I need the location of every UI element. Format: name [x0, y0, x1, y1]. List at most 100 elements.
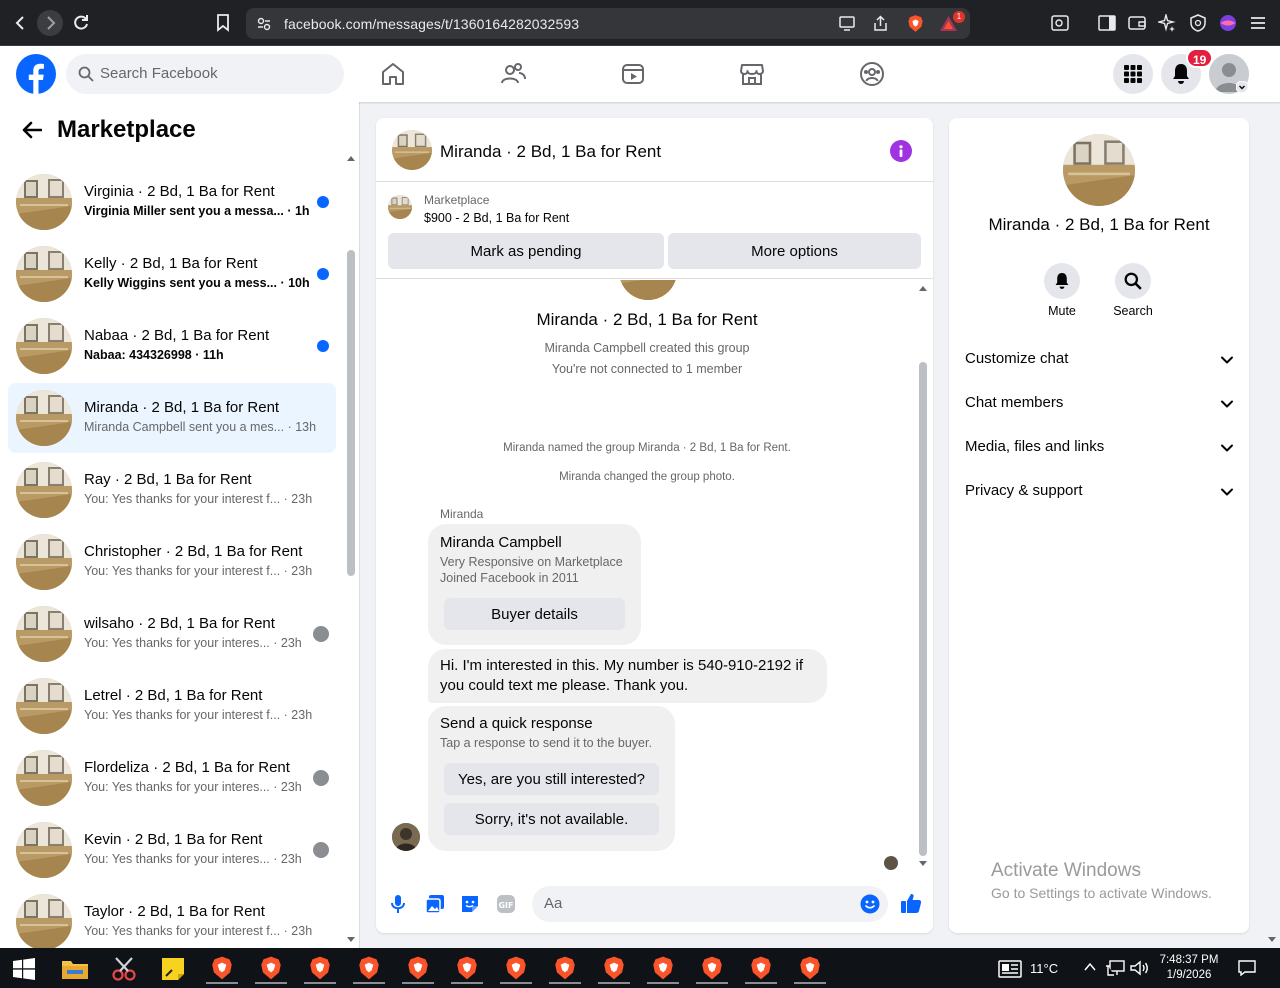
conversation-item[interactable]: Ray · 2 Bd, 1 Ba for Rent You: Yes thanks… [8, 455, 336, 525]
wallet-button[interactable] [1124, 10, 1150, 36]
browser-menu-button[interactable] [1245, 10, 1271, 36]
chat-members-row[interactable]: Chat members [965, 386, 1235, 422]
nav-groups[interactable] [852, 56, 892, 92]
conversation-item[interactable]: Kevin · 2 Bd, 1 Ba for Rent You: Yes than… [8, 815, 336, 885]
taskbar-brave-window[interactable] [255, 954, 287, 984]
menu-button[interactable] [1113, 54, 1153, 94]
buyer-message-bubble[interactable]: Hi. I'm interested in this. My number is… [428, 649, 827, 703]
page-scroll-down-icon[interactable] [1267, 936, 1277, 944]
chat-scrollbar[interactable] [919, 362, 927, 856]
microphone-icon[interactable] [390, 894, 406, 914]
taskbar-brave-window[interactable] [304, 954, 336, 984]
sender-avatar[interactable] [392, 823, 420, 851]
network-icon[interactable] [1105, 960, 1125, 976]
leo-ai-button[interactable] [1154, 10, 1180, 36]
listing-thumbnail[interactable] [388, 195, 412, 219]
thumbs-up-icon[interactable] [900, 892, 922, 914]
conversation-item[interactable]: Flordeliza · 2 Bd, 1 Ba for Rent You: Yes… [8, 743, 336, 813]
conversation-item[interactable]: Nabaa · 2 Bd, 1 Ba for Rent Nabaa: 434326… [8, 311, 336, 381]
listing-title[interactable]: $900 - 2 Bd, 1 Ba for Rent [424, 211, 569, 225]
system-tray-chevron-up-icon[interactable] [1084, 962, 1096, 972]
mute-button[interactable]: Mute [1032, 263, 1092, 318]
taskbar-snipping-tool[interactable] [108, 954, 140, 984]
brave-browser-icon [601, 955, 627, 981]
conversation-preview: You: Yes thanks for your interest f... ·… [84, 492, 313, 506]
facebook-search-input[interactable]: Search Facebook [66, 54, 344, 94]
nav-friends[interactable] [493, 56, 533, 92]
chat-scroll-down-icon[interactable] [918, 860, 928, 868]
profile-button[interactable] [1215, 10, 1241, 36]
reload-button[interactable] [68, 10, 94, 36]
more-options-button[interactable]: More options [668, 233, 921, 269]
conversation-item[interactable]: Virginia · 2 Bd, 1 Ba for Rent Virginia M… [8, 167, 336, 237]
message-input[interactable]: Aa [532, 886, 888, 922]
quick-response-not-available[interactable]: Sorry, it's not available. [444, 803, 659, 835]
cast-icon[interactable] [838, 16, 856, 31]
quick-response-still-interested[interactable]: Yes, are you still interested? [444, 763, 659, 795]
share-icon[interactable] [872, 15, 889, 32]
mark-as-pending-button[interactable]: Mark as pending [388, 233, 664, 269]
taskbar-file-explorer[interactable] [59, 954, 91, 984]
taskbar-brave-window[interactable] [500, 954, 532, 984]
taskbar-brave-window[interactable] [598, 954, 630, 984]
gif-icon[interactable]: GIF [496, 894, 516, 914]
sidebar-toggle-button[interactable] [1094, 10, 1120, 36]
seen-receipt-avatar [313, 770, 329, 786]
conversation-item[interactable]: Christopher · 2 Bd, 1 Ba for Rent You: Ye… [8, 527, 336, 597]
scroll-down-icon[interactable] [346, 936, 356, 944]
nav-marketplace[interactable] [732, 56, 772, 92]
chat-avatar[interactable] [392, 130, 432, 170]
search-in-conversation-button[interactable]: Search [1103, 263, 1163, 318]
conversation-item[interactable]: Taylor · 2 Bd, 1 Ba for Rent You: Yes tha… [8, 887, 336, 948]
taskbar-brave-window[interactable] [794, 954, 826, 984]
back-arrow-icon[interactable] [22, 121, 42, 139]
brave-shields-icon[interactable] [906, 14, 925, 33]
taskbar-brave-window[interactable] [745, 954, 777, 984]
address-bar[interactable]: facebook.com/messages/t/1360164282032593… [246, 8, 970, 39]
media-files-links-row[interactable]: Media, files and links [965, 430, 1235, 466]
start-button[interactable] [8, 954, 40, 984]
facebook-logo-icon[interactable] [16, 54, 56, 94]
taskbar-brave-window[interactable] [451, 954, 483, 984]
conversation-item[interactable]: Letrel · 2 Bd, 1 Ba for Rent You: Yes tha… [8, 671, 336, 741]
forward-button[interactable] [37, 10, 63, 36]
taskbar-brave-window[interactable] [696, 954, 728, 984]
taskbar-brave-window[interactable] [402, 954, 434, 984]
volume-icon[interactable] [1129, 960, 1149, 976]
vpn-button[interactable] [1185, 10, 1211, 36]
groups-icon [860, 62, 884, 86]
weather-temperature[interactable]: 11°C [1030, 961, 1058, 976]
sticker-icon[interactable] [460, 894, 480, 914]
group-profile-photo[interactable] [1063, 134, 1135, 206]
bookmark-button[interactable] [210, 10, 236, 36]
emoji-icon[interactable] [860, 894, 880, 914]
chat-scroll-up-icon[interactable] [918, 284, 928, 292]
account-chevron-icon[interactable] [1236, 81, 1248, 93]
conversation-item[interactable]: wilsaho · 2 Bd, 1 Ba for Rent You: Yes th… [8, 599, 336, 669]
buyer-details-button[interactable]: Buyer details [444, 598, 625, 630]
taskbar-brave-window[interactable] [647, 954, 679, 984]
nav-home[interactable] [373, 56, 413, 92]
customize-chat-row[interactable]: Customize chat [965, 342, 1235, 378]
taskbar-brave-window[interactable] [549, 954, 581, 984]
system-clock[interactable]: 7:48:37 PM 1/9/2026 [1154, 953, 1224, 983]
taskbar-brave-window[interactable] [353, 954, 385, 984]
info-icon[interactable] [890, 140, 912, 162]
conversation-item[interactable]: Miranda · 2 Bd, 1 Ba for Rent Miranda Cam… [8, 383, 336, 453]
nav-video[interactable] [613, 56, 653, 92]
taskbar-sticky-notes[interactable] [157, 954, 189, 984]
back-button[interactable] [8, 10, 34, 36]
site-info-icon[interactable] [257, 17, 271, 31]
conversation-item[interactable]: Kelly · 2 Bd, 1 Ba for Rent Kelly Wiggins… [8, 239, 336, 309]
news-widget-icon[interactable] [998, 960, 1022, 978]
privacy-support-row[interactable]: Privacy & support [965, 474, 1235, 510]
taskbar-brave-window[interactable] [206, 954, 238, 984]
sidebar-scrollbar[interactable] [347, 250, 355, 576]
chat-title[interactable]: Miranda · 2 Bd, 1 Ba for Rent [440, 142, 661, 162]
reader-mode-button[interactable] [1047, 10, 1073, 36]
notification-center-icon[interactable] [1238, 960, 1256, 976]
sparkle-icon [1158, 14, 1176, 32]
photo-gallery-icon[interactable] [425, 894, 445, 914]
scroll-up-icon[interactable] [346, 154, 356, 162]
hamburger-menu-icon [1251, 17, 1265, 29]
